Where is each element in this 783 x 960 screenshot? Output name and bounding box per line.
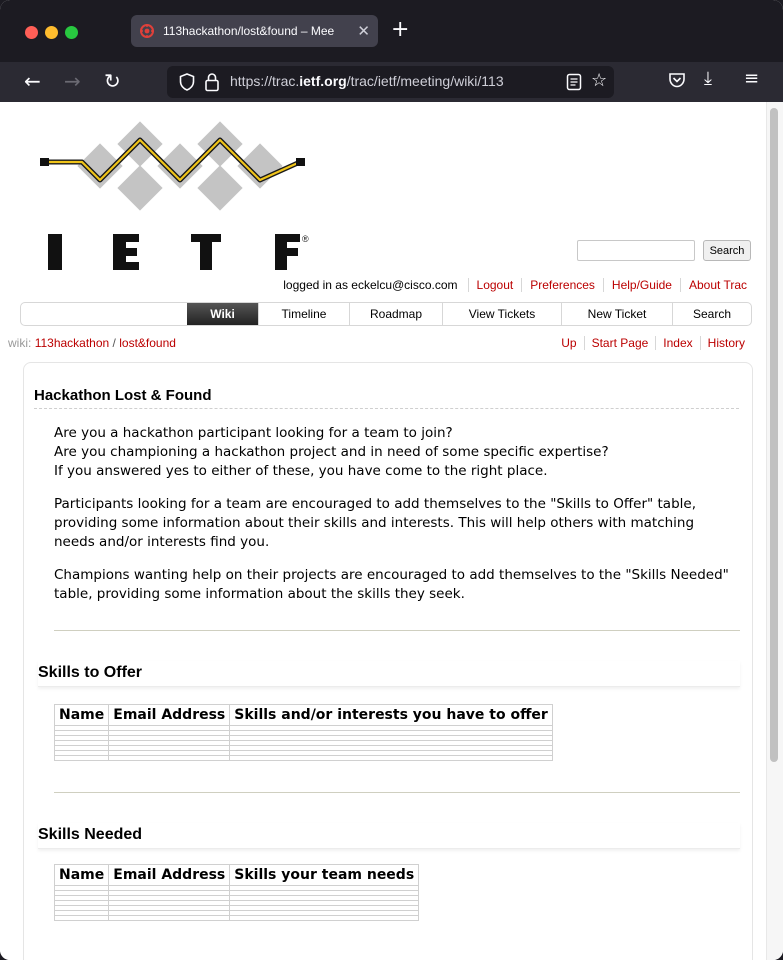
column-header: Name <box>53 704 110 726</box>
table-header-row: Name Email Address Skills your team need… <box>53 864 420 886</box>
tab-close-icon[interactable]: ✕ <box>357 22 370 40</box>
tab-active[interactable]: 113hackathon/lost&found – Mee ✕ <box>131 15 378 47</box>
wiki-content: Hackathon Lost & Found Are you a hackath… <box>23 362 753 960</box>
shield-icon[interactable] <box>179 73 195 91</box>
pocket-icon[interactable] <box>668 71 686 89</box>
breadcrumb-lost-found[interactable]: lost&found <box>119 336 176 350</box>
breadcrumb-113hackathon[interactable]: 113hackathon <box>35 336 110 350</box>
nav-timeline[interactable]: Timeline <box>258 303 349 325</box>
table-cell[interactable] <box>229 755 553 761</box>
nav-new-ticket[interactable]: New Ticket <box>561 303 672 325</box>
nav-wiki[interactable]: Wiki <box>187 303 258 325</box>
preferences-link[interactable]: Preferences <box>521 278 603 292</box>
logout-link[interactable]: Logout <box>467 278 522 292</box>
start-page-link[interactable]: Start Page <box>583 336 656 350</box>
close-window-button[interactable] <box>25 26 38 39</box>
column-header: Email Address <box>108 704 231 726</box>
search-input[interactable] <box>577 240 695 261</box>
divider <box>54 792 740 793</box>
breadcrumb: wiki: 113hackathon / lost&found <box>8 336 176 350</box>
breadcrumb-separator: / <box>112 336 116 350</box>
bookmark-star-icon[interactable]: ☆ <box>591 70 607 91</box>
table-row <box>53 755 553 761</box>
lock-icon[interactable] <box>204 72 220 92</box>
minimize-window-button[interactable] <box>45 26 58 39</box>
browser-window: 113hackathon/lost&found – Mee ✕ + ← → ↻ … <box>0 0 783 960</box>
column-header: Skills and/or interests you have to offe… <box>229 704 553 726</box>
svg-text:®: ® <box>302 234 309 244</box>
champions-paragraph: Champions wanting help on their projects… <box>54 567 729 602</box>
new-tab-button[interactable]: + <box>391 17 409 42</box>
skills-needed-heading: Skills Needed <box>38 823 740 849</box>
divider <box>54 630 740 631</box>
up-link[interactable]: Up <box>554 336 583 350</box>
meta-navigation: logged in as eckelcu@cisco.com Logout Pr… <box>283 278 747 292</box>
tab-bar: 113hackathon/lost&found – Mee ✕ + <box>0 0 783 62</box>
nav-search[interactable]: Search <box>672 303 751 325</box>
page-title: Hackathon Lost & Found <box>34 387 739 409</box>
table-row <box>53 915 420 921</box>
ietf-logo[interactable]: ® <box>34 120 324 280</box>
table-cell[interactable] <box>108 915 231 921</box>
reload-icon[interactable]: ↻ <box>104 70 121 92</box>
table-header-row: Name Email Address Skills and/or interes… <box>53 704 553 726</box>
nav-roadmap[interactable]: Roadmap <box>349 303 442 325</box>
url-bar[interactable]: https://trac.ietf.org/trac/ietf/meeting/… <box>167 66 614 98</box>
trac-favicon-icon <box>140 24 154 38</box>
search-button[interactable]: Search <box>703 240 751 261</box>
index-link[interactable]: Index <box>655 336 699 350</box>
reader-view-icon[interactable] <box>566 73 582 91</box>
skills-offer-heading: Skills to Offer <box>38 661 740 687</box>
skills-offer-table: Name Email Address Skills and/or interes… <box>53 704 553 761</box>
about-trac-link[interactable]: About Trac <box>679 278 747 292</box>
tab-title: 113hackathon/lost&found – Mee <box>163 24 335 38</box>
nav-view-tickets[interactable]: View Tickets <box>442 303 561 325</box>
intro-line: If you answered yes to either of these, … <box>54 463 548 479</box>
history-link[interactable]: History <box>699 336 745 350</box>
table-cell[interactable] <box>53 755 110 761</box>
web-page: ® Search logged in as eckelcu@cisco.com … <box>0 102 783 960</box>
skills-needed-table: Name Email Address Skills your team need… <box>53 864 420 921</box>
forward-arrow-icon[interactable]: → <box>64 70 81 92</box>
participants-paragraph: Participants looking for a team are enco… <box>54 496 696 550</box>
column-header: Skills your team needs <box>229 864 420 886</box>
intro-paragraph: Are you a hackathon participant looking … <box>54 424 734 481</box>
table-cell[interactable] <box>108 755 231 761</box>
back-arrow-icon[interactable]: ← <box>24 70 41 92</box>
zoom-window-button[interactable] <box>65 26 78 39</box>
logged-in-user: logged in as eckelcu@cisco.com <box>283 278 458 292</box>
table-cell[interactable] <box>229 915 420 921</box>
scrollbar-thumb[interactable] <box>770 108 778 762</box>
context-navigation: wiki: 113hackathon / lost&found Up Start… <box>0 336 766 354</box>
column-header: Name <box>53 864 110 886</box>
navigation-bar: ← → ↻ https://trac.ietf.org/trac/ietf/me… <box>0 62 783 102</box>
wiki-actions: Up Start Page Index History <box>554 336 745 350</box>
intro-line: Are you a hackathon participant looking … <box>54 425 453 441</box>
breadcrumb-prefix: wiki: <box>8 336 32 350</box>
column-header: Email Address <box>108 864 231 886</box>
table-cell[interactable] <box>53 915 110 921</box>
main-navigation: Wiki Timeline Roadmap View Tickets New T… <box>20 302 752 326</box>
hamburger-menu-icon[interactable]: ≡ <box>744 68 759 89</box>
help-guide-link[interactable]: Help/Guide <box>602 278 680 292</box>
download-icon[interactable]: ⤓ <box>704 68 712 89</box>
intro-line: Are you championing a hackathon project … <box>54 444 609 460</box>
url-text[interactable]: https://trac.ietf.org/trac/ietf/meeting/… <box>230 73 560 89</box>
